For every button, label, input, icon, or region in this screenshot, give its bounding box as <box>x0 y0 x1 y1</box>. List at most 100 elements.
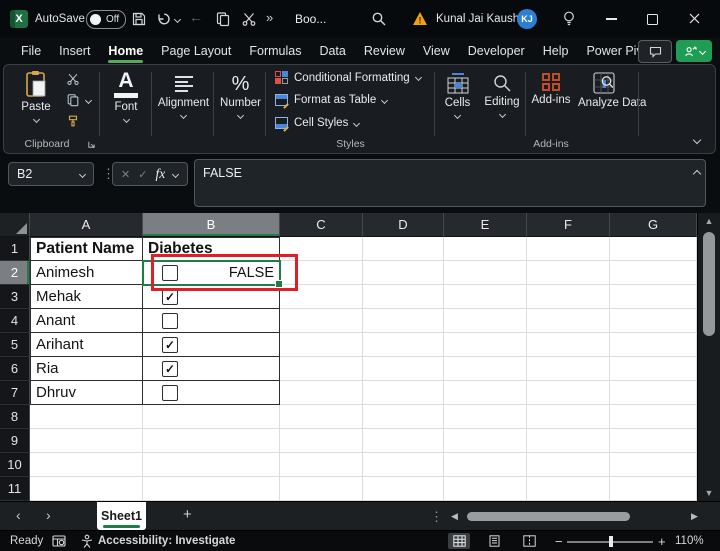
tab-review[interactable]: Review <box>355 38 414 64</box>
cell-b7[interactable] <box>143 381 280 405</box>
cell[interactable] <box>610 405 697 429</box>
cell[interactable] <box>280 381 363 405</box>
cell[interactable] <box>527 261 610 285</box>
cell[interactable] <box>527 477 610 501</box>
cell[interactable] <box>143 429 280 453</box>
cell[interactable] <box>527 237 610 261</box>
cell[interactable] <box>30 453 143 477</box>
prev-sheet-icon[interactable]: ‹ <box>16 507 21 523</box>
zoom-out-icon[interactable]: − <box>555 534 563 549</box>
cell[interactable] <box>363 333 444 357</box>
col-header-a[interactable]: A <box>30 213 143 237</box>
save-button[interactable] <box>131 11 147 27</box>
tab-developer[interactable]: Developer <box>459 38 534 64</box>
tab-help[interactable]: Help <box>534 38 578 64</box>
cell[interactable] <box>30 405 143 429</box>
cell[interactable] <box>444 333 527 357</box>
cell[interactable] <box>363 261 444 285</box>
cell[interactable] <box>363 453 444 477</box>
row-header-3[interactable]: 3 <box>0 285 30 309</box>
row-header-8[interactable]: 8 <box>0 405 30 429</box>
row-header-4[interactable]: 4 <box>0 309 30 333</box>
format-as-table-button[interactable]: Format as Table <box>275 94 387 106</box>
col-header-g[interactable]: G <box>610 213 697 237</box>
normal-view-button[interactable] <box>448 533 470 549</box>
undo-button[interactable] <box>156 11 172 27</box>
scroll-up-icon[interactable]: ▲ <box>698 216 720 226</box>
cell[interactable] <box>444 429 527 453</box>
cell[interactable] <box>610 477 697 501</box>
cell[interactable] <box>143 477 280 501</box>
row-header-6[interactable]: 6 <box>0 357 30 381</box>
cell[interactable] <box>280 429 363 453</box>
add-sheet-button[interactable]: + <box>183 506 192 523</box>
col-header-b[interactable]: B <box>143 213 280 237</box>
cell[interactable] <box>444 381 527 405</box>
cell[interactable] <box>280 477 363 501</box>
cell-b6[interactable] <box>143 357 280 381</box>
account-avatar[interactable]: KJ <box>517 9 537 29</box>
cell[interactable] <box>280 453 363 477</box>
zoom-level[interactable]: 110% <box>675 535 704 547</box>
cell[interactable] <box>280 357 363 381</box>
cell[interactable] <box>444 453 527 477</box>
alignment-button[interactable]: Alignment <box>154 65 213 135</box>
row-header-1[interactable]: 1 <box>0 237 30 261</box>
cell[interactable] <box>363 429 444 453</box>
analyze-data-button[interactable]: Analyze Data <box>576 65 632 135</box>
minimize-button[interactable] <box>606 18 617 20</box>
cell-a4[interactable]: Anant <box>30 309 143 333</box>
cell[interactable] <box>363 285 444 309</box>
row-header-5[interactable]: 5 <box>0 333 30 357</box>
account-name[interactable]: Kunal Jai Kaushik <box>436 13 527 25</box>
addins-button[interactable]: Add-ins <box>527 65 575 135</box>
cell-a5[interactable]: Arihant <box>30 333 143 357</box>
hscrollbar-resize-handle-icon[interactable]: ⋮ <box>430 509 443 525</box>
cell[interactable] <box>363 381 444 405</box>
cell[interactable] <box>363 237 444 261</box>
cell[interactable] <box>610 453 697 477</box>
editing-button[interactable]: Editing <box>480 65 524 135</box>
cell[interactable] <box>143 453 280 477</box>
accessibility-status[interactable]: Accessibility: Investigate <box>98 535 235 547</box>
clipboard-dialog-launcher-icon[interactable] <box>87 140 96 149</box>
font-button[interactable]: A Font <box>102 65 150 135</box>
cell[interactable] <box>363 477 444 501</box>
cell[interactable] <box>280 333 363 357</box>
maximize-button[interactable] <box>647 14 658 25</box>
lightbulb-icon[interactable] <box>561 10 577 26</box>
share-button[interactable] <box>676 40 712 62</box>
cell[interactable] <box>610 357 697 381</box>
cell[interactable] <box>610 309 697 333</box>
zoom-slider-thumb[interactable] <box>609 536 613 547</box>
cells-button[interactable]: Cells <box>436 65 479 135</box>
tab-data[interactable]: Data <box>310 38 354 64</box>
checkbox-unchecked[interactable] <box>162 385 178 401</box>
cell[interactable] <box>444 357 527 381</box>
cell-b4[interactable] <box>143 309 280 333</box>
scroll-down-icon[interactable]: ▼ <box>698 488 720 498</box>
copy-icon[interactable] <box>66 93 80 107</box>
format-painter-icon[interactable] <box>66 114 80 128</box>
cell[interactable] <box>363 405 444 429</box>
cell[interactable] <box>527 429 610 453</box>
warning-icon[interactable]: ! <box>412 11 428 27</box>
cell-a2[interactable]: Animesh <box>30 261 143 285</box>
page-break-preview-button[interactable] <box>518 533 540 549</box>
collapse-ribbon-icon[interactable] <box>693 136 701 144</box>
cell[interactable] <box>527 309 610 333</box>
cancel-icon[interactable]: ✕ <box>121 168 130 181</box>
cell[interactable] <box>444 285 527 309</box>
search-icon[interactable] <box>371 11 387 27</box>
cell[interactable] <box>143 405 280 429</box>
scroll-right-icon[interactable]: ▶ <box>691 511 698 522</box>
cell[interactable] <box>610 333 697 357</box>
autosave-toggle[interactable]: Off <box>86 10 126 29</box>
vertical-scrollbar-thumb[interactable] <box>703 232 715 336</box>
cell[interactable] <box>527 453 610 477</box>
cell-b5[interactable] <box>143 333 280 357</box>
cell[interactable] <box>444 405 527 429</box>
cell-a7[interactable]: Dhruv <box>30 381 143 405</box>
cell[interactable] <box>444 477 527 501</box>
col-header-d[interactable]: D <box>363 213 444 237</box>
